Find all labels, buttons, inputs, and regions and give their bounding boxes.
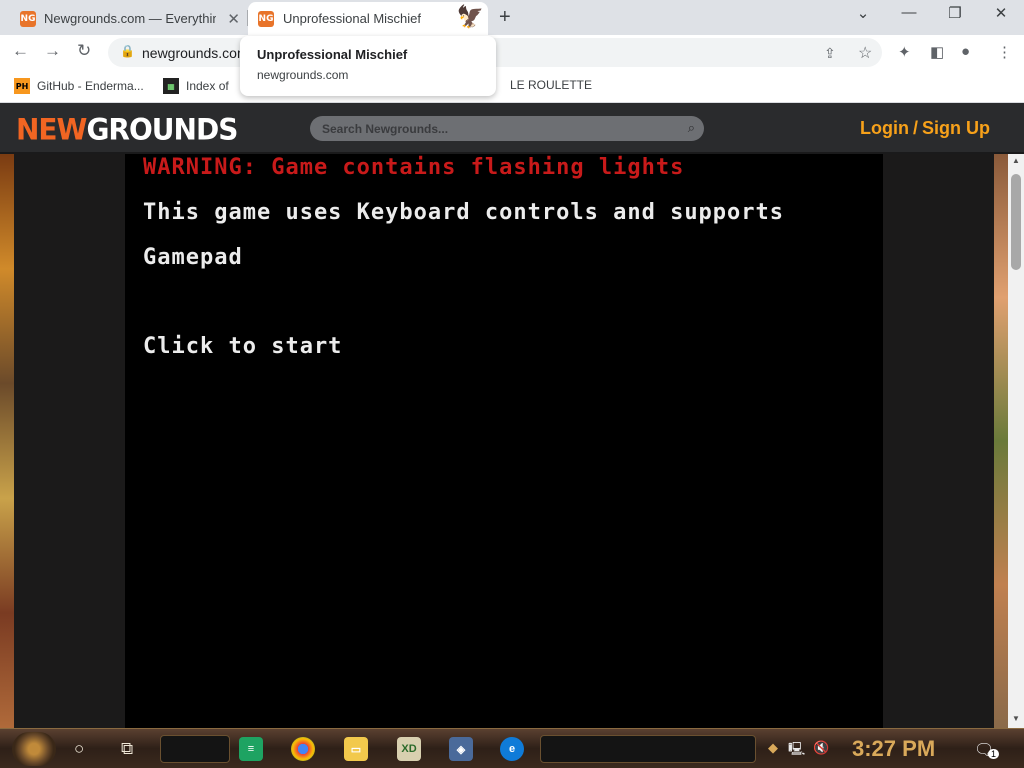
newgrounds-favicon-icon: NG [20, 10, 36, 27]
newgrounds-favicon-icon: NG [258, 10, 274, 27]
tab-newgrounds-home[interactable]: NG Newgrounds.com — Everything ✕ [8, 2, 248, 35]
bookmark-github[interactable]: PH GitHub - Enderma... [14, 78, 144, 94]
taskbar-slot [540, 735, 756, 763]
scrollbar-thumb[interactable] [1011, 174, 1021, 270]
site-search-input[interactable] [322, 120, 662, 137]
chrome-app-icon[interactable] [291, 737, 315, 761]
flashing-lights-warning: WARNING: Game contains flashing lights [143, 155, 685, 180]
scroll-down-arrow-icon[interactable]: ▼ [1012, 714, 1020, 723]
auth-links: Login / Sign Up [860, 118, 990, 139]
bookmark-label: LE ROULETTE [510, 78, 593, 92]
signup-link[interactable]: Sign Up [922, 118, 990, 138]
file-explorer-icon[interactable]: ▭ [344, 737, 368, 761]
tab-hover-card: Unprofessional Mischief newgrounds.com [240, 36, 496, 96]
taskbar-clock[interactable]: 3:27 PM [852, 736, 935, 762]
page-scrollbar[interactable]: ▲ ▼ [1008, 154, 1024, 728]
left-background-art [0, 154, 14, 728]
close-window-button[interactable]: ✕ [978, 4, 1024, 22]
forward-button[interactable]: → [44, 41, 61, 61]
task-view-icon[interactable]: ⧉ [121, 739, 133, 759]
scroll-up-arrow-icon[interactable]: ▲ [1012, 156, 1020, 165]
close-tab-icon[interactable]: ✕ [227, 10, 240, 28]
taskbar-slot [160, 735, 230, 763]
url-text: newgrounds.com [142, 45, 249, 61]
site-header: NEWGROUNDS ⌕ Login/Sign Up [0, 103, 1024, 154]
extensions-puzzle-icon[interactable]: ✦ [898, 43, 911, 61]
controls-info-line1: This game uses Keyboard controls and sup… [143, 200, 785, 225]
site-search-box: ⌕ [310, 116, 704, 141]
right-background-art [994, 154, 1008, 728]
new-tab-button[interactable]: + [499, 6, 511, 29]
game-canvas[interactable] [125, 154, 883, 728]
virtualbox-cube-icon[interactable]: ◈ [449, 737, 473, 761]
ph-icon: PH [14, 78, 30, 94]
logo-part-new: NEW [16, 112, 87, 147]
volume-muted-icon[interactable]: 🔇 [813, 740, 829, 756]
logo-part-grounds: GROUNDS [86, 112, 238, 147]
network-icon[interactable]: 🖳 [788, 740, 805, 762]
tank-sprite-icon: 🦅 [456, 4, 484, 29]
bookmark-index-of[interactable]: ▦ Index of [163, 78, 229, 94]
tab-title: Newgrounds.com — Everything [44, 11, 216, 26]
bookmark-label: Index of [186, 79, 229, 93]
bookmark-label: GitHub - Enderma... [37, 79, 144, 93]
minimize-button[interactable]: — [886, 4, 932, 21]
taskbar: ○ ⧉ ≡ ▭ XD ◈ e ◆ 🖳 🔇 3:27 PM 🗨 1 [0, 728, 1024, 768]
bookmarks-bar: PH GitHub - Enderma... ▦ Index of LE ROU… [0, 70, 1024, 103]
click-to-start-prompt[interactable]: Click to start [143, 334, 342, 359]
tab-title: Unprofessional Mischief [283, 11, 422, 26]
browser-toolbar: ← → ↻ 🔒 newgrounds.com ⇪ ☆ ✦ ◧ ● ⋮ [0, 35, 1024, 70]
back-button[interactable]: ← [12, 41, 29, 61]
notification-count-badge: 1 [988, 749, 1000, 759]
hover-card-title: Unprofessional Mischief [257, 47, 408, 62]
share-icon[interactable]: ⇪ [824, 45, 836, 62]
edge-browser-icon[interactable]: e [500, 737, 524, 761]
tab-unprofessional-mischief[interactable]: NG Unprofessional Mischief 🦅 [248, 2, 488, 35]
sheets-app-icon[interactable]: ≡ [239, 737, 263, 761]
profile-avatar-icon[interactable]: ● [961, 43, 970, 60]
grid-icon: ▦ [163, 78, 179, 94]
xd-app-icon[interactable]: XD [397, 737, 421, 761]
login-link[interactable]: Login [860, 118, 909, 138]
hover-card-domain: newgrounds.com [257, 68, 349, 82]
tab-strip: NG Newgrounds.com — Everything ✕ NG Unpr… [0, 0, 1024, 35]
bookmark-roulette[interactable]: LE ROULETTE [510, 78, 592, 92]
lock-icon: 🔒 [120, 44, 135, 58]
start-button[interactable] [12, 732, 56, 766]
reload-button[interactable]: ↻ [77, 41, 91, 61]
controls-info-line2: Gamepad [143, 245, 243, 270]
tab-search-chevron-icon[interactable]: ⌄ [840, 4, 886, 22]
cortana-circle-icon[interactable]: ○ [74, 739, 84, 759]
auth-slash: / [912, 118, 918, 138]
search-icon[interactable]: ⌕ [688, 120, 695, 136]
menu-kebab-icon[interactable]: ⋮ [997, 43, 1012, 61]
newgrounds-logo[interactable]: NEWGROUNDS [16, 112, 238, 147]
bookmark-star-icon[interactable]: ☆ [858, 43, 872, 63]
side-panel-icon[interactable]: ◧ [930, 43, 944, 61]
tray-chevron-icon[interactable]: ◆ [768, 740, 778, 756]
restore-button[interactable]: ❐ [932, 4, 978, 22]
